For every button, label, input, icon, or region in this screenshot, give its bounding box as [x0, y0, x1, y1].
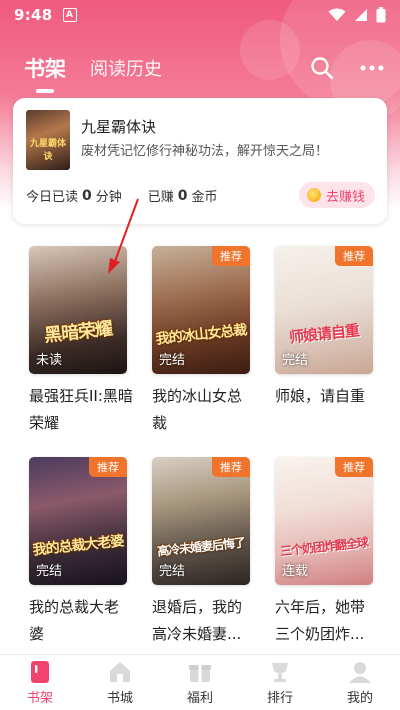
nav-label: 书城	[106, 690, 133, 706]
nav-label: 我的	[346, 690, 373, 706]
nav-bookstore[interactable]: 书城	[80, 655, 160, 710]
recommend-badge: 推荐	[335, 457, 373, 477]
nav-label: 排行	[266, 690, 293, 706]
nav-profile[interactable]: 我的	[320, 655, 400, 710]
book-status: 完结	[282, 353, 309, 368]
bookstore-icon	[110, 661, 130, 682]
current-book-title[interactable]: 九星霸体诀	[81, 116, 156, 137]
earned-label: 已赚	[147, 190, 174, 205]
current-reading-card[interactable]: 九星霸体诀 九星霸体诀 废材凭记忆修行神秘功法，解开惊天之局！ 今日已读 0 分…	[13, 98, 387, 224]
earn-money-button[interactable]: 去赚钱	[298, 182, 375, 208]
earn-money-label: 去赚钱	[325, 189, 365, 205]
book-title[interactable]: 退婚后，我的高冷未婚妻...	[152, 594, 256, 648]
bottom-navigation: 书架 书城 福利 排行 我的	[0, 654, 400, 710]
current-book-cover[interactable]: 九星霸体诀	[26, 110, 70, 170]
more-icon[interactable]	[360, 64, 384, 72]
book-cover[interactable]: 推荐 师娘请自重 完结	[275, 246, 373, 374]
nav-ranking[interactable]: 排行	[240, 655, 320, 710]
current-book-cover-text: 九星霸体诀	[29, 139, 66, 162]
book-cover-text: 我的总裁大老婆	[32, 533, 125, 559]
book-title[interactable]: 我的冰山女总裁	[152, 383, 256, 437]
book-cover-text: 三个奶团炸翻全球	[279, 535, 369, 559]
coin-icon	[306, 188, 321, 202]
book-cover-text: 我的冰山女总裁	[155, 322, 248, 348]
bookshelf-icon	[31, 660, 49, 683]
recommend-badge: 推荐	[212, 457, 250, 477]
book-title[interactable]: 六年后，她带三个奶团炸...	[275, 594, 379, 648]
nav-welfare[interactable]: 福利	[160, 655, 240, 710]
nav-label: 书架	[26, 690, 53, 706]
recommend-badge: 推荐	[212, 246, 250, 266]
book-cover[interactable]: 黑暗荣耀 未读	[29, 246, 127, 374]
today-read-label: 今日已读	[26, 190, 79, 205]
ranking-icon	[272, 662, 288, 682]
book-status: 完结	[159, 564, 186, 579]
book-title[interactable]: 师娘，请自重	[275, 383, 379, 410]
book-cover[interactable]: 推荐 我的总裁大老婆 完结	[29, 457, 127, 585]
gift-icon	[189, 664, 211, 682]
nav-bookshelf[interactable]: 书架	[0, 655, 80, 710]
book-item[interactable]: 推荐 高冷未婚妻后悔了 完结 退婚后，我的高冷未婚妻...	[152, 457, 250, 648]
today-read-unit: 分钟	[95, 190, 122, 205]
book-cover-text: 高冷未婚妻后悔了	[156, 535, 246, 559]
book-cover-text: 师娘请自重	[288, 321, 360, 347]
status-time: 9:48	[14, 6, 53, 24]
tab-bookshelf[interactable]: 书架	[24, 53, 66, 93]
book-cover-text: 黑暗荣耀	[43, 318, 114, 347]
book-cover[interactable]: 推荐 三个奶团炸翻全球 连载	[275, 457, 373, 585]
current-book-description: 废材凭记忆修行神秘功法，解开惊天之局！	[81, 144, 329, 159]
signal-icon	[355, 9, 367, 21]
book-item[interactable]: 推荐 三个奶团炸翻全球 连载 六年后，她带三个奶团炸...	[275, 457, 373, 648]
battery-icon	[376, 7, 386, 23]
book-status: 连载	[282, 564, 309, 579]
notification-icon: A	[62, 8, 77, 22]
book-status: 完结	[159, 353, 186, 368]
book-title[interactable]: 我的总裁大老婆	[29, 594, 133, 648]
earned-value: 0	[177, 187, 188, 204]
reading-stats: 今日已读 0 分钟 已赚 0 金币	[26, 186, 218, 206]
tab-reading-history[interactable]: 阅读历史	[90, 55, 162, 81]
book-item[interactable]: 黑暗荣耀 未读 最强狂兵II:黑暗荣耀	[29, 246, 133, 437]
book-status: 未读	[36, 353, 63, 368]
recommend-badge: 推荐	[89, 457, 127, 477]
recommend-badge: 推荐	[335, 246, 373, 266]
book-cover[interactable]: 推荐 我的冰山女总裁 完结	[152, 246, 250, 374]
book-title[interactable]: 最强狂兵II:黑暗荣耀	[29, 383, 133, 437]
search-icon[interactable]	[310, 56, 334, 80]
wifi-icon	[328, 8, 346, 21]
book-item[interactable]: 推荐 我的总裁大老婆 完结 我的总裁大老婆	[29, 457, 127, 648]
book-item[interactable]: 推荐 我的冰山女总裁 完结 我的冰山女总裁	[152, 246, 250, 437]
status-bar: 9:48 A	[0, 0, 400, 30]
profile-icon	[349, 661, 371, 683]
top-navigation: 书架 阅读历史	[24, 50, 384, 93]
earned-unit: 金币	[191, 190, 218, 205]
today-read-value: 0	[82, 187, 92, 204]
book-cover[interactable]: 推荐 高冷未婚妻后悔了 完结	[152, 457, 250, 585]
book-item[interactable]: 推荐 师娘请自重 完结 师娘，请自重	[275, 246, 373, 410]
nav-label: 福利	[186, 690, 213, 706]
book-status: 完结	[36, 564, 63, 579]
